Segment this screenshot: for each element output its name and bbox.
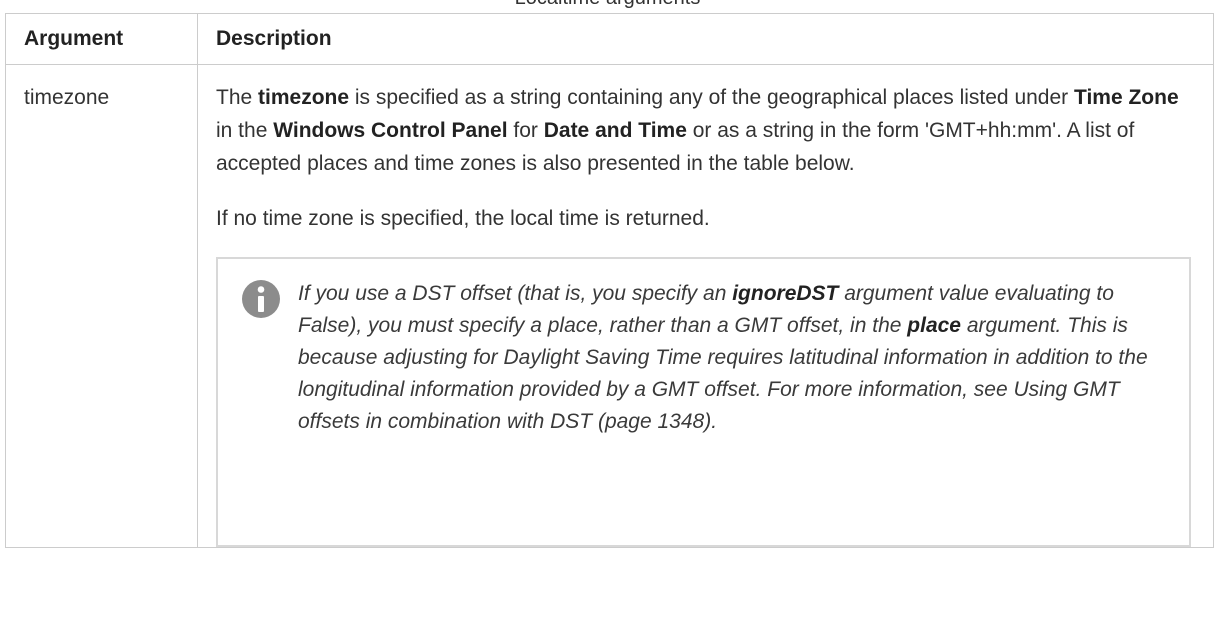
header-description: Description <box>197 13 1214 65</box>
term-time-zone: Time Zone <box>1074 86 1179 109</box>
note-box: If you use a DST offset (that is, you sp… <box>216 257 1191 547</box>
table-caption: Localtime arguments <box>0 0 1215 10</box>
text-run: If you use a DST offset (that is, you sp… <box>298 282 733 305</box>
description-paragraph: The timezone is specified as a string co… <box>216 81 1193 180</box>
term-date-and-time: Date and Time <box>543 119 687 142</box>
note-text: If you use a DST offset (that is, you sp… <box>298 278 1159 438</box>
table-header-row: Argument Description <box>5 13 1214 65</box>
text-run: is specified as a string containing any … <box>349 86 1074 109</box>
arguments-table: Argument Description timezone The timezo… <box>5 13 1214 548</box>
text-run: for <box>507 119 544 142</box>
text-run: in the <box>216 119 274 142</box>
header-argument: Argument <box>5 13 198 65</box>
term-place: place <box>907 314 961 337</box>
term-ignoredst: ignoreDST <box>732 282 839 305</box>
term-windows-control-panel: Windows Control Panel <box>273 119 508 142</box>
table-row: timezone The timezone is specified as a … <box>5 64 1214 548</box>
argument-description: The timezone is specified as a string co… <box>197 64 1214 548</box>
argument-name: timezone <box>5 64 198 548</box>
term-timezone: timezone <box>258 86 350 109</box>
text-run: The <box>216 86 259 109</box>
info-icon <box>242 280 280 318</box>
default-paragraph: If no time zone is specified, the local … <box>216 207 710 230</box>
